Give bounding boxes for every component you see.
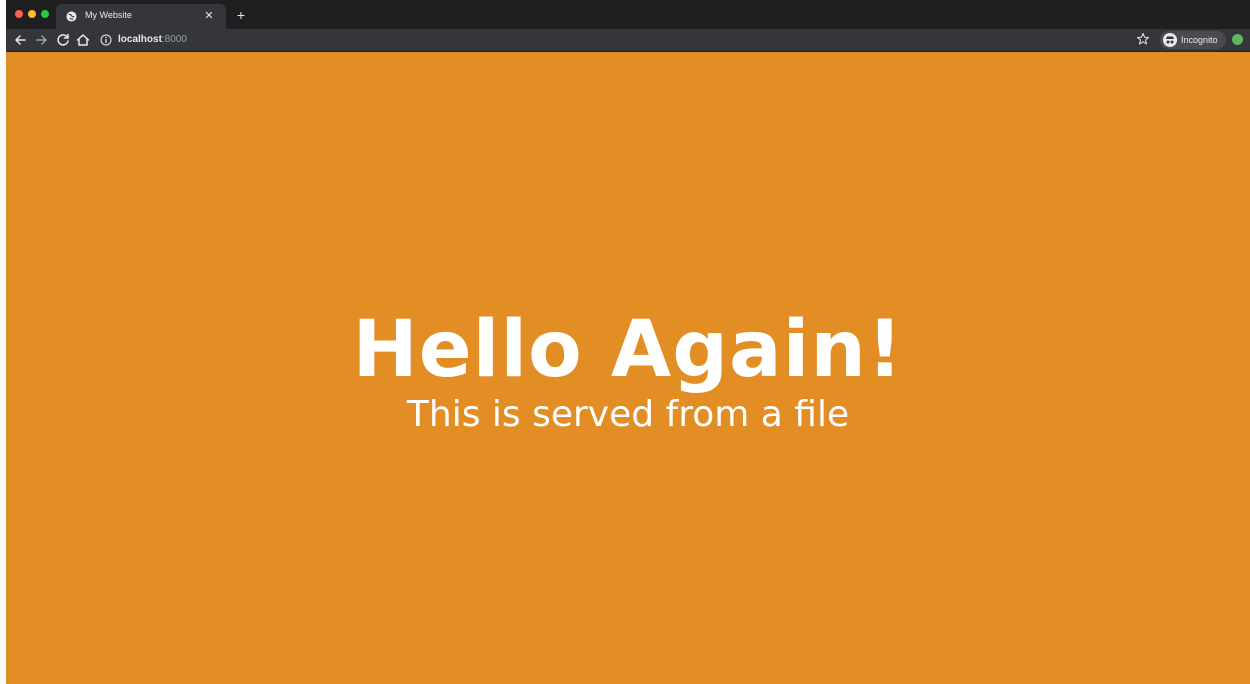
- close-icon[interactable]: ✕: [202, 9, 216, 23]
- address-bar[interactable]: localhost:8000: [96, 31, 1126, 49]
- tab-title: My Website: [85, 10, 132, 20]
- reload-icon[interactable]: [55, 32, 71, 48]
- arrow-left-icon[interactable]: [12, 32, 28, 48]
- close-window-button[interactable]: [15, 10, 23, 18]
- browser-window: My Website ✕ + localhost:8000 Incognito …: [6, 0, 1250, 684]
- info-icon[interactable]: [100, 34, 112, 46]
- arrow-right-icon[interactable]: [34, 32, 50, 48]
- incognito-label: Incognito: [1181, 35, 1218, 45]
- toolbar: localhost:8000 Incognito: [6, 29, 1250, 52]
- maximize-window-button[interactable]: [41, 10, 49, 18]
- url-text: localhost:8000: [118, 34, 187, 45]
- tab-my-website[interactable]: My Website ✕: [56, 4, 226, 29]
- extension-icon[interactable]: [1232, 34, 1243, 45]
- url-host: localhost: [118, 34, 162, 45]
- globe-icon: [66, 11, 77, 22]
- incognito-icon: [1163, 33, 1177, 47]
- star-icon[interactable]: [1136, 32, 1150, 46]
- incognito-badge[interactable]: Incognito: [1160, 31, 1226, 49]
- home-icon[interactable]: [75, 32, 91, 48]
- page-heading: Hello Again!: [352, 305, 904, 395]
- minimize-window-button[interactable]: [28, 10, 36, 18]
- page-content: Hello Again! This is served from a file: [6, 52, 1250, 684]
- page-subheading: This is served from a file: [406, 394, 850, 435]
- tab-strip: My Website ✕ +: [6, 0, 1250, 29]
- url-port: :8000: [161, 34, 187, 45]
- plus-icon[interactable]: +: [234, 8, 248, 22]
